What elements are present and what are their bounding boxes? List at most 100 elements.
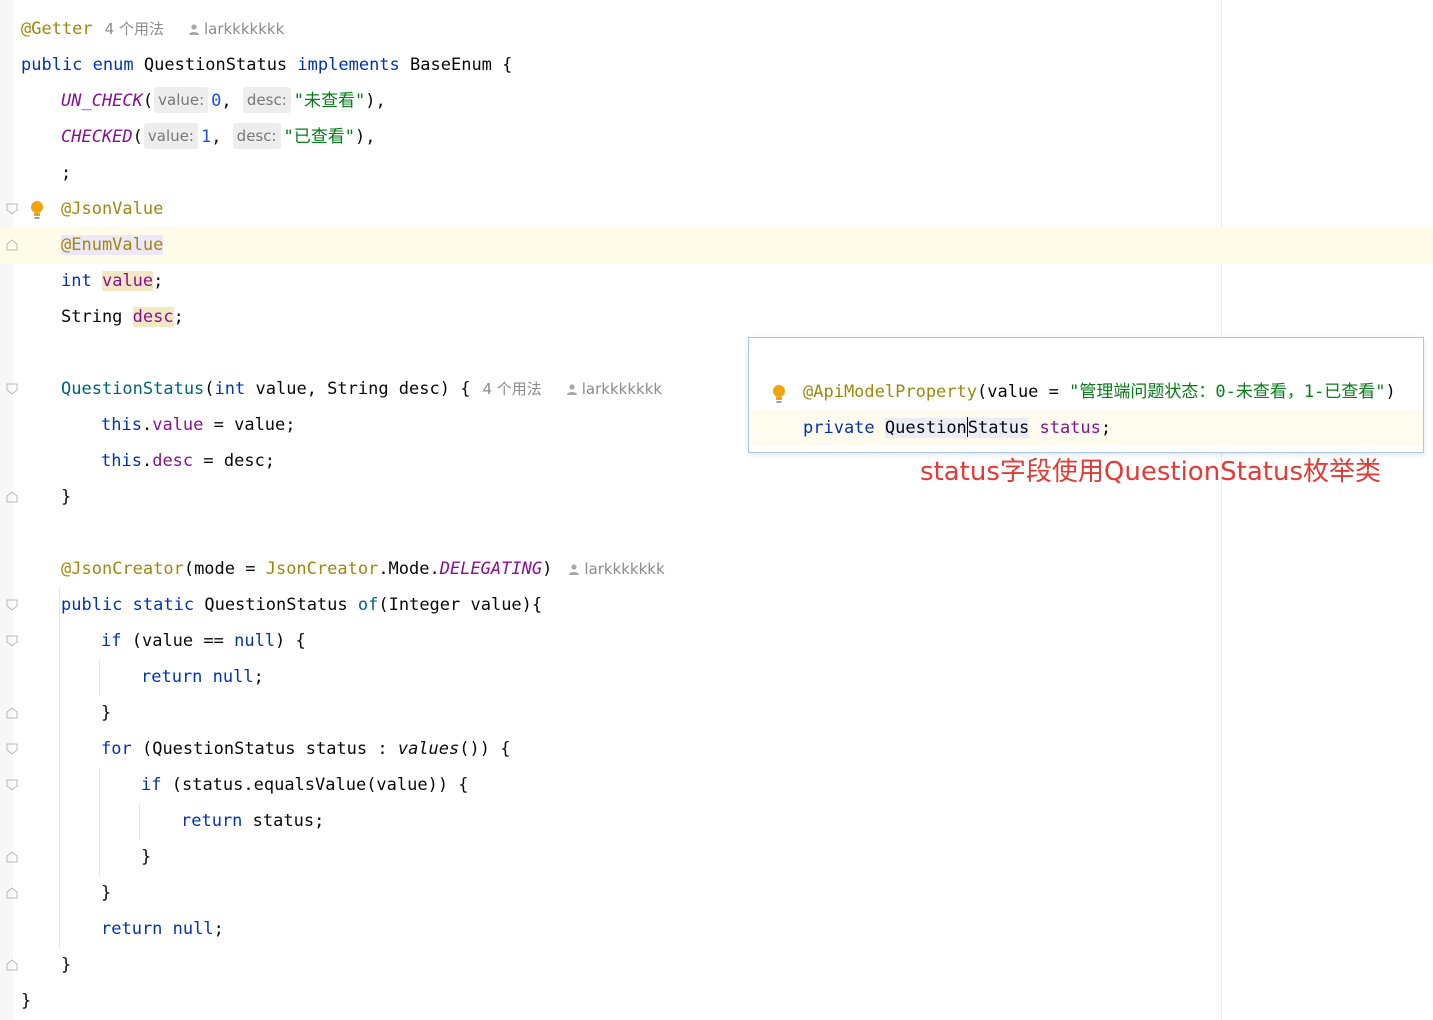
keyword-public: public bbox=[61, 595, 123, 615]
code-line-of-method: public static QuestionStatus of(Integer … bbox=[61, 587, 542, 623]
author-lens[interactable]: larkkkkkkk bbox=[582, 380, 662, 398]
return-value: status; bbox=[252, 811, 325, 831]
intention-bulb-icon[interactable] bbox=[771, 384, 787, 404]
for-header-end: ()) { bbox=[459, 739, 511, 759]
code-line-final-return: return null; bbox=[101, 919, 224, 939]
code-line-close: } bbox=[101, 883, 112, 903]
fold-open-icon[interactable] bbox=[6, 635, 18, 647]
fold-close-icon[interactable] bbox=[6, 239, 18, 251]
semicolon: ; bbox=[1100, 418, 1112, 438]
keyword-this: this bbox=[101, 415, 142, 435]
annotation-getter: @Getter bbox=[21, 19, 93, 39]
keyword-return: return bbox=[141, 667, 203, 687]
fold-open-icon[interactable] bbox=[6, 599, 18, 611]
code-line-for: for (QuestionStatus status : values()) { bbox=[101, 731, 510, 767]
intention-bulb-icon[interactable] bbox=[29, 200, 45, 220]
creator-delegating: DELEGATING bbox=[439, 559, 543, 579]
annotation-jsoncreator: @JsonCreator bbox=[61, 559, 184, 579]
creator-class: JsonCreator bbox=[265, 559, 379, 579]
constructor-params: value, String desc) { bbox=[245, 379, 471, 399]
condition-end: ) { bbox=[275, 631, 306, 651]
field-value: value bbox=[101, 271, 154, 291]
editor-gutter bbox=[0, 0, 13, 1020]
code-line-string-desc: String desc; bbox=[61, 307, 184, 327]
keyword-null: null bbox=[212, 667, 254, 687]
keyword-if: if bbox=[101, 631, 122, 651]
usages-lens[interactable]: 4 个用法 bbox=[105, 20, 164, 38]
fold-open-icon[interactable] bbox=[6, 779, 18, 791]
code-line-uncheck: UN_CHECK(value: 0, desc: "未查看"), bbox=[61, 83, 386, 119]
enum-name: QuestionStatus bbox=[143, 55, 288, 75]
indent-guide bbox=[99, 768, 100, 876]
code-line-this-value: this.value = value; bbox=[101, 415, 296, 435]
author-lens[interactable]: larkkkkkkk bbox=[584, 560, 664, 578]
fold-open-icon[interactable] bbox=[6, 743, 18, 755]
indent-guide bbox=[139, 804, 140, 840]
creator-mode-enum: .Mode. bbox=[378, 559, 440, 579]
code-line-checked: CHECKED(value: 1, desc: "已查看"), bbox=[61, 119, 376, 155]
param-hint-desc: desc: bbox=[232, 123, 281, 149]
annotation-apimodelproperty: @ApiModelProperty bbox=[803, 382, 977, 402]
paren: ) bbox=[1385, 382, 1396, 402]
keyword-return: return bbox=[101, 919, 163, 939]
param-hint-value: value: bbox=[154, 87, 209, 113]
code-snippet-popup: @ApiModelProperty(value = "管理端问题状态：0-未查看… bbox=[748, 337, 1424, 453]
current-line-highlight bbox=[0, 227, 1433, 263]
code-line-close: } bbox=[21, 991, 32, 1011]
field-status: status bbox=[1039, 418, 1101, 438]
field-value: value bbox=[152, 415, 204, 435]
keyword-static: static bbox=[132, 595, 195, 615]
annotation-args: (value = bbox=[977, 382, 1070, 402]
code-line-if-null: if (value == null) { bbox=[101, 623, 306, 659]
fold-close-icon[interactable] bbox=[6, 851, 18, 863]
keyword-int: int bbox=[214, 379, 246, 399]
method-params: (Integer value){ bbox=[378, 595, 543, 615]
enum-constant-uncheck: UN_CHECK bbox=[61, 91, 143, 111]
type-string: String bbox=[61, 307, 123, 327]
annotation-enumvalue: @EnumValue bbox=[61, 235, 164, 255]
fold-open-icon[interactable] bbox=[6, 383, 18, 395]
constructor-name: QuestionStatus bbox=[61, 379, 205, 399]
code-line-close: } bbox=[61, 487, 72, 507]
paren: ( bbox=[204, 379, 215, 399]
author-icon bbox=[569, 564, 580, 575]
code-line-close: } bbox=[101, 703, 112, 723]
usages-lens[interactable]: 4 个用法 bbox=[482, 380, 541, 398]
assignment: = value; bbox=[203, 415, 296, 435]
keyword-this: this bbox=[101, 451, 142, 471]
author-lens[interactable]: larkkkkkkk bbox=[204, 20, 284, 38]
for-header: (QuestionStatus status : bbox=[141, 739, 398, 759]
code-line-int-value: int value; bbox=[61, 271, 164, 291]
enum-constant-checked: CHECKED bbox=[61, 127, 133, 147]
param-hint-value: value: bbox=[143, 123, 198, 149]
indent-guide bbox=[99, 660, 100, 696]
code-line-jsoncreator: @JsonCreator(mode = JsonCreator.Mode.DEL… bbox=[61, 551, 665, 587]
keyword-implements: implements bbox=[297, 55, 400, 75]
method-name: of bbox=[357, 595, 379, 615]
code-line-jsonvalue: @JsonValue bbox=[61, 191, 163, 227]
fold-close-icon[interactable] bbox=[6, 887, 18, 899]
param-hint-desc: desc: bbox=[242, 87, 291, 113]
code-line-return-null: return null; bbox=[141, 667, 264, 687]
fold-close-icon[interactable] bbox=[6, 959, 18, 971]
keyword-int: int bbox=[61, 271, 92, 291]
code-line-enum-decl: public enum QuestionStatus implements Ba… bbox=[21, 47, 512, 83]
code-line-getter: @Getter 4 个用法 larkkkkkkk bbox=[21, 11, 284, 47]
code-line-semicolon: ; bbox=[61, 163, 72, 183]
fold-close-icon[interactable] bbox=[6, 707, 18, 719]
code-line-enumvalue: @EnumValue bbox=[61, 227, 164, 263]
string-literal: "已查看" bbox=[283, 127, 356, 147]
popup-line-field: private QuestionStatus status; bbox=[803, 410, 1111, 446]
indent-guide bbox=[59, 588, 60, 948]
string-literal: "未查看" bbox=[293, 91, 366, 111]
code-line-close: } bbox=[141, 847, 152, 867]
base-interface: BaseEnum { bbox=[410, 55, 513, 75]
creator-mode: (mode = bbox=[183, 559, 266, 579]
keyword-if: if bbox=[141, 775, 162, 795]
keyword-public: public bbox=[21, 55, 83, 75]
fold-close-icon[interactable] bbox=[6, 491, 18, 503]
fold-open-icon[interactable] bbox=[6, 203, 18, 215]
annotation-note: status字段使用QuestionStatus枚举类 bbox=[920, 457, 1382, 487]
type-name-part: Question bbox=[884, 418, 967, 438]
keyword-enum: enum bbox=[92, 55, 134, 75]
